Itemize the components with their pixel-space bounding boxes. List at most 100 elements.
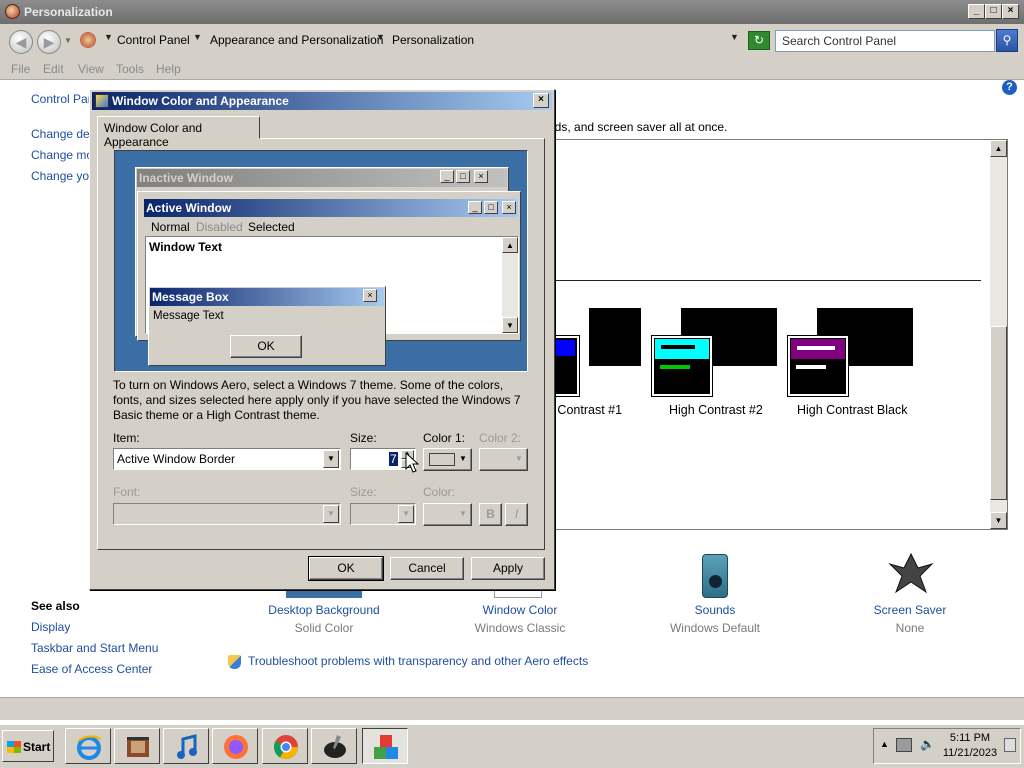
- screen-saver-icon[interactable]: [888, 550, 934, 596]
- breadcrumb-separator-icon[interactable]: ▼: [104, 32, 113, 42]
- taskbar-firefox[interactable]: [212, 728, 258, 764]
- volume-muted-icon[interactable]: 🔈: [920, 737, 935, 753]
- breadcrumb-separator-icon[interactable]: ▼: [376, 32, 385, 42]
- scroll-thumb[interactable]: [990, 326, 1007, 500]
- font-color-dropdown-icon: ▼: [459, 509, 467, 518]
- refresh-icon[interactable]: ↻: [748, 31, 770, 50]
- font-size-select[interactable]: ▼: [350, 503, 416, 525]
- sounds-link[interactable]: Sounds: [670, 603, 760, 617]
- preview-maximize-icon: □: [484, 201, 498, 214]
- windows-logo-icon: [7, 741, 21, 753]
- screen-saver-link[interactable]: Screen Saver: [860, 603, 960, 617]
- address-dropdown-icon[interactable]: ▼: [730, 32, 739, 42]
- theme-label[interactable]: High Contrast Black: [797, 403, 907, 417]
- screen-saver-value: None: [895, 621, 925, 635]
- desktop-background-icon[interactable]: [286, 590, 362, 598]
- scroll-up-icon[interactable]: ▲: [990, 140, 1007, 157]
- menu-edit[interactable]: Edit: [43, 62, 64, 76]
- menu-tools[interactable]: Tools: [116, 62, 144, 76]
- breadcrumb-control-panel[interactable]: Control Panel: [117, 33, 190, 47]
- preview-minimize-icon: _: [440, 170, 454, 183]
- chrome-icon: [274, 735, 298, 760]
- personalization-icon: [5, 4, 20, 19]
- minimize-button[interactable]: _: [968, 4, 985, 19]
- sounds-speaker-icon[interactable]: [702, 554, 728, 598]
- clock-time[interactable]: 5:11 PM: [940, 732, 1000, 744]
- theme-thumbnail[interactable]: [589, 308, 641, 366]
- desktop-background-link[interactable]: Desktop Background: [266, 603, 382, 617]
- menu-help[interactable]: Help: [156, 62, 181, 76]
- dialog-close-button[interactable]: ×: [533, 93, 549, 108]
- font-dropdown-icon[interactable]: ▼: [323, 505, 339, 523]
- item-dropdown-icon[interactable]: ▼: [323, 450, 339, 468]
- search-icon[interactable]: ⚲: [996, 29, 1018, 52]
- control-panel-icon: [80, 32, 96, 48]
- taskbar-chrome[interactable]: [262, 728, 308, 764]
- color1-label: Color 1:: [423, 431, 466, 445]
- see-also-taskbar-link[interactable]: Taskbar and Start Menu: [31, 641, 158, 655]
- menu-bar: File Edit View Tools Help: [0, 58, 1024, 80]
- clock-date[interactable]: 11/21/2023: [940, 747, 1000, 759]
- font-color-picker[interactable]: ▼: [423, 503, 472, 526]
- color1-dropdown-icon: ▼: [459, 454, 467, 463]
- control-panel-home-link[interactable]: Control Pan: [31, 92, 94, 106]
- menu-view[interactable]: View: [78, 62, 104, 76]
- preview-close-icon: ×: [474, 170, 488, 183]
- preview-message-box-title: Message Box: [150, 288, 384, 306]
- taskbar-music-app[interactable]: [163, 728, 209, 764]
- preview-close-icon: ×: [502, 201, 516, 214]
- ok-button[interactable]: OK: [308, 556, 384, 581]
- preview-menu-disabled: Disabled: [196, 220, 243, 234]
- change-desktop-icons-link[interactable]: Change des: [31, 127, 96, 141]
- address-bar[interactable]: ▼ Control Panel ▼ Appearance and Persona…: [72, 29, 744, 51]
- bold-button[interactable]: B: [479, 503, 502, 526]
- appearance-preview[interactable]: Inactive Window _ □ × Active Window _ □ …: [114, 150, 528, 372]
- window-titlebar[interactable]: Personalization _ □ ×: [0, 0, 1024, 24]
- start-button[interactable]: Start: [2, 730, 54, 762]
- maximize-button[interactable]: □: [985, 4, 1002, 19]
- taskbar-film-app[interactable]: [114, 728, 160, 764]
- close-button[interactable]: ×: [1002, 4, 1019, 19]
- font-select[interactable]: ▼: [113, 503, 341, 525]
- recent-pages-icon[interactable]: ▼: [64, 36, 72, 45]
- apply-button[interactable]: Apply: [471, 557, 545, 580]
- themes-list[interactable]: ▲ ▼ h Contrast #1 High Contrast #2 High …: [544, 139, 1008, 530]
- cancel-button[interactable]: Cancel: [390, 557, 464, 580]
- theme-thumbnail[interactable]: [651, 335, 713, 397]
- change-account-picture-link[interactable]: Change you: [31, 169, 96, 183]
- troubleshoot-aero-link[interactable]: Troubleshoot problems with transparency …: [248, 654, 588, 668]
- help-icon[interactable]: ?: [1002, 80, 1017, 95]
- preview-message-box[interactable]: Message Box × Message Text OK: [148, 286, 386, 366]
- theme-label[interactable]: h Contrast #1: [547, 403, 622, 417]
- color2-picker[interactable]: ▼: [479, 448, 528, 471]
- breadcrumb-separator-icon[interactable]: ▼: [193, 32, 202, 42]
- item-select[interactable]: Active Window Border ▼: [113, 448, 341, 470]
- color1-picker[interactable]: ▼: [423, 448, 472, 471]
- music-note-icon: [177, 734, 197, 759]
- menu-file[interactable]: File: [11, 62, 30, 76]
- font-size-dropdown-icon[interactable]: ▼: [398, 505, 414, 523]
- taskbar-ink-app[interactable]: [311, 728, 357, 764]
- taskbar-internet-explorer[interactable]: [65, 728, 111, 764]
- window-color-icon[interactable]: [494, 590, 542, 598]
- window-color-link[interactable]: Window Color: [470, 603, 570, 617]
- scroll-down-icon[interactable]: ▼: [990, 512, 1007, 529]
- search-input[interactable]: Search Control Panel: [775, 30, 995, 52]
- theme-thumbnail[interactable]: [787, 335, 849, 397]
- desktop-background-value: Solid Color: [294, 621, 354, 635]
- network-icon[interactable]: [896, 738, 912, 752]
- theme-label[interactable]: High Contrast #2: [669, 403, 763, 417]
- taskbar-abc-app[interactable]: [362, 728, 408, 764]
- italic-button[interactable]: I: [505, 503, 528, 526]
- forward-icon[interactable]: ▶: [37, 30, 61, 54]
- tab-window-color[interactable]: Window Color and Appearance: [97, 116, 260, 149]
- notification-icon[interactable]: [1004, 738, 1016, 752]
- show-hidden-icons-icon[interactable]: ▲: [880, 739, 889, 749]
- breadcrumb-appearance[interactable]: Appearance and Personalization: [210, 33, 383, 47]
- see-also-ease-of-access-link[interactable]: Ease of Access Center: [31, 662, 152, 676]
- themes-scrollbar[interactable]: ▲ ▼: [990, 140, 1007, 529]
- breadcrumb-personalization[interactable]: Personalization: [392, 33, 474, 47]
- back-icon[interactable]: ◀: [9, 30, 33, 54]
- see-also-display-link[interactable]: Display: [31, 620, 70, 634]
- dialog-titlebar[interactable]: Window Color and Appearance ×: [92, 92, 552, 110]
